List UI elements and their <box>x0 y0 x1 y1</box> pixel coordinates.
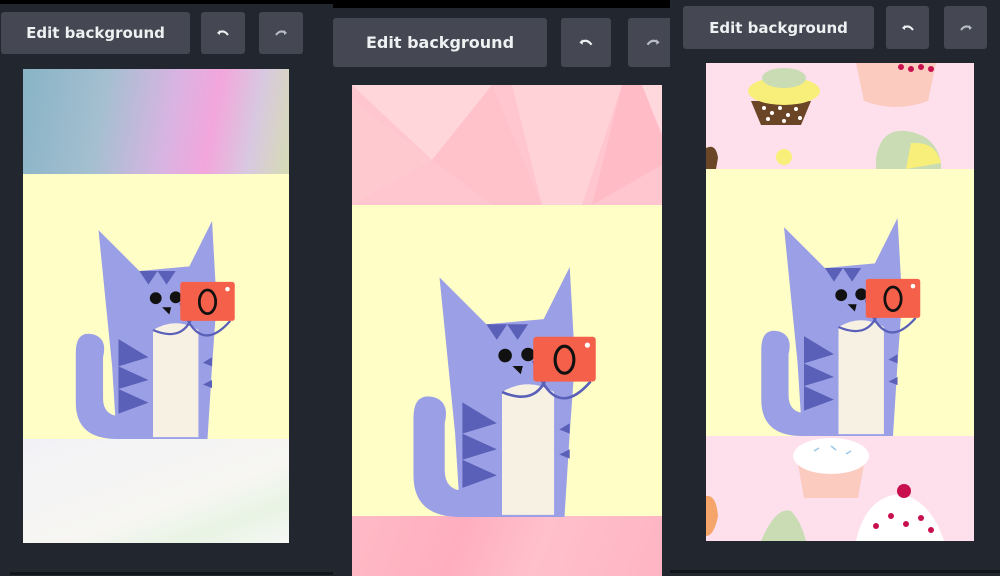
design-canvas[interactable] <box>23 69 289 543</box>
design-canvas[interactable] <box>706 63 974 541</box>
undo-icon <box>579 39 593 46</box>
undo-button[interactable] <box>201 12 245 54</box>
cupcake-pattern-top <box>706 63 941 169</box>
background-top-cupcakes <box>706 63 974 169</box>
undo-icon <box>217 30 229 36</box>
redo-icon <box>646 39 660 46</box>
undo-button[interactable] <box>886 6 929 49</box>
edit-background-button[interactable]: Edit background <box>1 12 190 54</box>
panel-bottom-edge <box>10 572 333 575</box>
edit-background-button[interactable]: Edit background <box>333 18 547 67</box>
cupcake-icon <box>706 146 718 169</box>
cat-camera-illustration <box>75 221 235 439</box>
redo-button[interactable] <box>944 6 987 49</box>
redo-icon <box>959 24 972 31</box>
background-top-polygons <box>352 85 662 205</box>
cat-icon <box>761 218 921 436</box>
edit-background-label: Edit background <box>365 33 515 52</box>
top-edge <box>0 0 333 4</box>
top-edge <box>333 0 670 8</box>
editor-panel-3: Edit background <box>670 0 1000 576</box>
edit-background-button[interactable]: Edit background <box>683 6 874 49</box>
design-canvas[interactable] <box>352 85 662 576</box>
undo-icon <box>901 24 914 31</box>
edit-background-label: Edit background <box>709 18 848 37</box>
background-bottom-polygons <box>352 516 662 576</box>
background-bottom-cupcakes <box>706 436 974 541</box>
cupcake-icon <box>856 63 936 107</box>
redo-button[interactable] <box>628 18 670 67</box>
background-top-watercolor <box>23 69 289 174</box>
redo-button[interactable] <box>259 12 303 54</box>
redo-icon <box>275 30 287 36</box>
candy-icon <box>776 149 792 165</box>
cat-icon <box>413 267 596 517</box>
cupcake-icon <box>748 68 820 125</box>
cupcake-pattern-bottom <box>706 438 944 541</box>
polygon-pattern <box>352 85 662 205</box>
edit-background-label: Edit background <box>26 24 165 42</box>
editor-panel-2: Edit background <box>333 0 670 576</box>
cupcake-icon <box>856 484 944 541</box>
cat-camera-illustration <box>413 267 596 517</box>
cupcake-icon <box>876 130 941 169</box>
cat-camera-illustration <box>761 218 921 436</box>
cat-icon <box>75 221 235 439</box>
background-bottom-watercolor <box>23 439 289 543</box>
cupcake-icon <box>793 438 869 498</box>
undo-button[interactable] <box>561 18 611 67</box>
panel-bottom-edge <box>670 570 1000 573</box>
cupcake-icon <box>706 495 718 536</box>
editor-panel-1: Edit background <box>0 0 333 576</box>
cupcake-icon <box>761 510 806 541</box>
